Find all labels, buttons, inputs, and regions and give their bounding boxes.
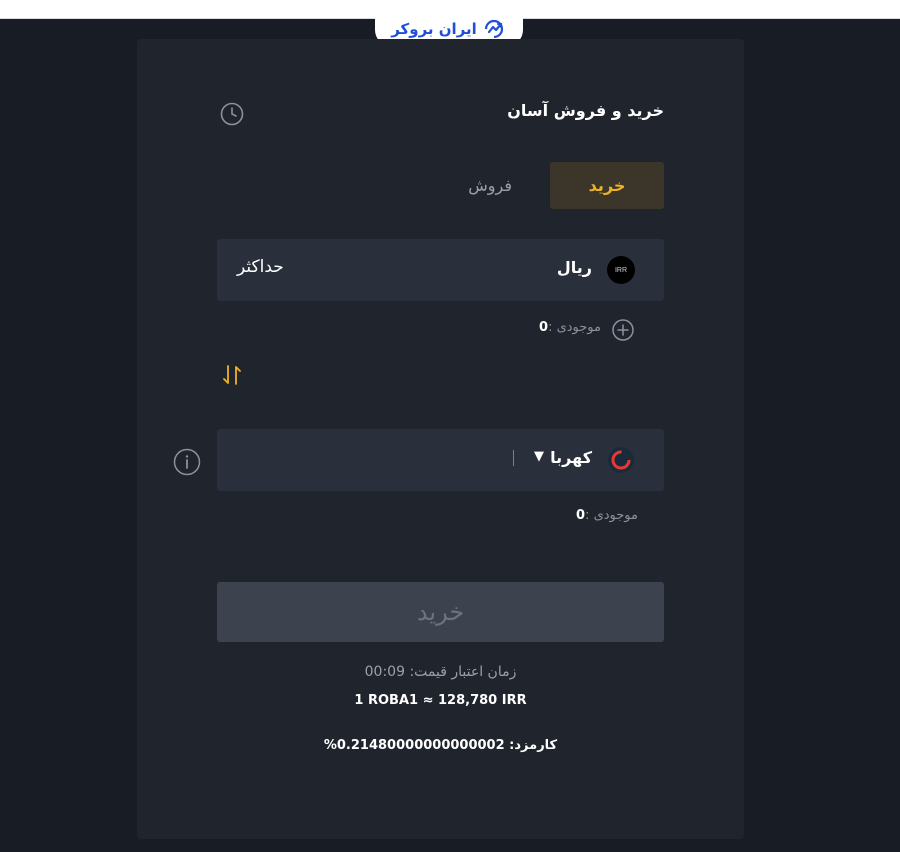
balance-value: 0 <box>576 508 586 523</box>
clock-icon[interactable] <box>220 102 244 126</box>
price-validity: زمان اعتبار قیمت: 00:09 <box>364 664 517 680</box>
brand-name: ایران بروکر <box>391 20 477 38</box>
exchange-rate: 1 ROBA1 ≈ 128,780 IRR <box>137 693 744 708</box>
chart-trend-icon <box>484 19 503 39</box>
fee-info: کارمزد: 0.21480000000000002% <box>323 738 558 753</box>
tab-sell[interactable]: فروش <box>468 162 512 209</box>
add-funds-icon[interactable] <box>612 319 634 341</box>
widget-title: خرید و فروش آسان <box>507 101 664 120</box>
receive-coin-name[interactable]: کهربا <box>550 448 592 467</box>
pay-coin-name: ریال <box>556 258 592 277</box>
tab-buy[interactable]: خرید <box>550 162 664 209</box>
exchange-rate-text: 1 ROBA1 ≈ 128,780 IRR <box>354 693 527 708</box>
balance-label: موجودی : <box>548 320 601 335</box>
kahroba-coin-icon <box>608 447 634 473</box>
easy-trade-card: خرید و فروش آسان خرید فروش IRR ریال حداک… <box>137 39 744 839</box>
balance-label: موجودی : <box>585 508 638 523</box>
pay-balance: موجودی :0 <box>539 320 601 335</box>
receive-amount-field[interactable]: کهربا ▼ <box>217 429 664 491</box>
receive-balance: موجودی :0 <box>576 508 638 523</box>
max-button[interactable]: حداکثر <box>237 257 284 277</box>
pay-amount-field[interactable]: IRR ریال حداکثر <box>217 239 664 301</box>
coin-code: IRR <box>614 266 628 274</box>
buy-button[interactable]: خرید <box>217 582 664 642</box>
balance-value: 0 <box>539 320 549 335</box>
triangle-down-icon[interactable]: ▼ <box>534 449 544 464</box>
irr-coin-icon: IRR <box>607 256 635 284</box>
swap-icon[interactable] <box>221 362 243 388</box>
input-caret <box>513 450 514 466</box>
info-icon[interactable] <box>173 448 201 476</box>
